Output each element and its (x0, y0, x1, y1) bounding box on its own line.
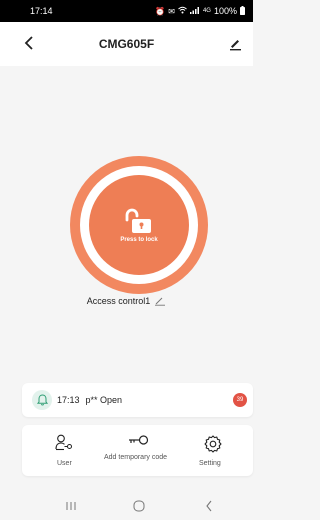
bell-icon (36, 394, 48, 406)
device-name: Access control1 (86, 296, 151, 306)
unlocked-padlock-icon (125, 208, 151, 233)
lock-button-label: Press to lock (120, 236, 158, 243)
add-temporary-code-label: Add temporary code (104, 454, 168, 461)
battery-icon (240, 5, 245, 17)
mail-icon: ✉ (168, 6, 175, 16)
lock-button[interactable]: Press to lock (89, 175, 189, 275)
lock-button-outer: Press to lock (70, 156, 208, 294)
status-time: 17:14 (30, 6, 53, 16)
wifi-icon (178, 6, 187, 16)
home-icon (133, 500, 145, 512)
signal-icon (189, 6, 200, 16)
lock-button-ring: Press to lock (80, 166, 198, 284)
recents-icon (66, 502, 76, 510)
chevron-left-icon (24, 36, 33, 50)
page-title: CMG605F (98, 37, 155, 51)
key-icon (129, 435, 149, 445)
status-bar: 17:14 ⏰ ✉ 4G 100% (0, 0, 253, 22)
header: CMG605F (0, 22, 253, 66)
device-name-row: Access control1 (0, 294, 253, 308)
back-button[interactable] (18, 32, 40, 54)
event-time: 17:13 (57, 395, 80, 405)
edit-button[interactable] (225, 34, 245, 54)
bell-icon-wrap (32, 390, 52, 410)
user-button[interactable]: User (44, 425, 88, 476)
user-label: User (57, 460, 72, 467)
network-type: 4G (202, 8, 211, 14)
pencil-icon (155, 297, 166, 306)
rename-button[interactable] (154, 295, 166, 307)
event-count-badge: 39 (233, 393, 247, 407)
action-bar: User Add temporary code Setting (22, 425, 253, 476)
home-button[interactable] (128, 498, 150, 514)
setting-label: Setting (199, 460, 221, 467)
alarm-icon: ⏰ (155, 6, 166, 16)
add-temporary-code-button[interactable]: Add temporary code (102, 425, 168, 476)
event-text: p** Open (85, 395, 123, 405)
gear-icon (204, 435, 222, 453)
back-nav-button[interactable] (198, 498, 220, 514)
user-key-icon (55, 434, 72, 451)
setting-button[interactable]: Setting (192, 425, 236, 476)
latest-event-notification[interactable]: 17:13 p** Open 39 (22, 383, 253, 417)
system-nav-bar (0, 492, 253, 520)
battery-level: 100% (213, 6, 237, 16)
recents-button[interactable] (60, 498, 82, 514)
back-icon (206, 500, 212, 512)
pencil-icon (230, 40, 241, 51)
status-icons: ⏰ ✉ 4G 100% (155, 5, 245, 17)
